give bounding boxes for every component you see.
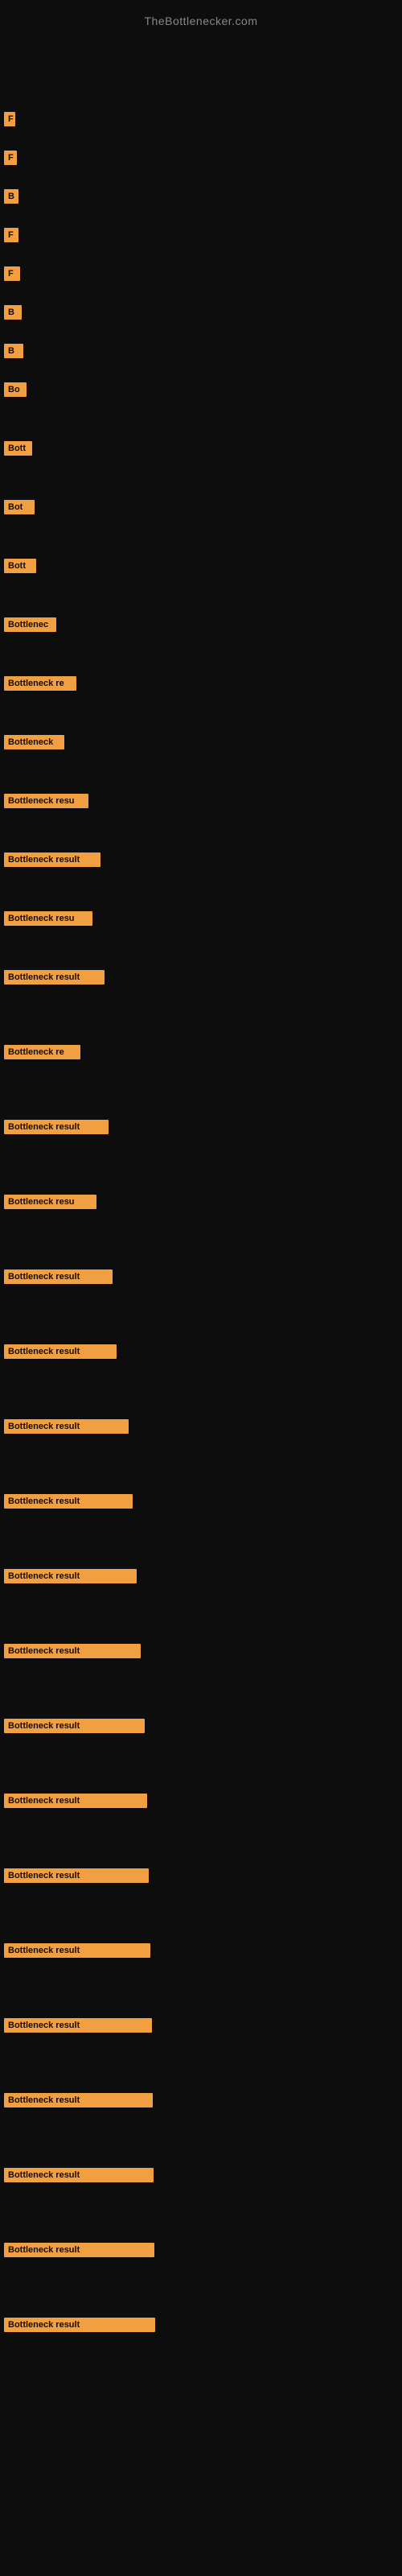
bar-row: Bottleneck result bbox=[0, 1434, 402, 1509]
bar-row: Bottleneck resu bbox=[0, 749, 402, 808]
bottleneck-result-bar: Bottleneck result bbox=[4, 852, 100, 867]
bar-row: Bottleneck result bbox=[0, 2107, 402, 2182]
bar-row: B bbox=[0, 320, 402, 358]
bar-row: Bottleneck result bbox=[0, 1359, 402, 1434]
bar-row: Bottleneck result bbox=[0, 1958, 402, 2033]
bottleneck-result-bar: Bottleneck resu bbox=[4, 794, 88, 808]
bottleneck-result-bar: Bottleneck result bbox=[4, 2018, 152, 2033]
bottleneck-result-bar: B bbox=[4, 344, 23, 358]
bar-row: Bottleneck result bbox=[0, 1209, 402, 1284]
bar-row: Bottleneck re bbox=[0, 632, 402, 691]
bar-row: Bot bbox=[0, 456, 402, 514]
bar-row: Bottleneck result bbox=[0, 1059, 402, 1134]
bar-row: Bottleneck result bbox=[0, 926, 402, 985]
bar-row: Bott bbox=[0, 397, 402, 456]
bar-row: Bottleneck result bbox=[0, 1883, 402, 1958]
bottleneck-result-bar: F bbox=[4, 228, 18, 242]
bottleneck-result-bar: Bottleneck resu bbox=[4, 911, 92, 926]
bottleneck-result-bar: F bbox=[4, 151, 17, 165]
bottleneck-result-bar: Bottleneck result bbox=[4, 1494, 133, 1509]
bar-row: Bottleneck re bbox=[0, 985, 402, 1059]
bar-row: Bott bbox=[0, 514, 402, 573]
bar-row: F bbox=[0, 204, 402, 242]
bottleneck-result-bar: Bo bbox=[4, 382, 27, 397]
bottleneck-result-bar: Bottleneck result bbox=[4, 2318, 155, 2332]
site-title: TheBottlenecker.com bbox=[0, 8, 402, 39]
bar-row: F bbox=[0, 242, 402, 281]
bar-row: Bottleneck result bbox=[0, 2182, 402, 2257]
bars-container: F F B F F B B Bo Bott Bot Bott Bottlenec Bottleneck … bbox=[0, 39, 402, 2332]
bottleneck-result-bar: Bottleneck result bbox=[4, 1269, 113, 1284]
bar-row: B bbox=[0, 281, 402, 320]
bottleneck-result-bar: Bottleneck result bbox=[4, 1569, 137, 1583]
bottleneck-result-bar: Bottleneck result bbox=[4, 970, 105, 985]
bottleneck-result-bar: Bottleneck result bbox=[4, 1344, 117, 1359]
bar-row: Bottleneck resu bbox=[0, 867, 402, 926]
bar-row: Bottleneck bbox=[0, 691, 402, 749]
main-container: TheBottlenecker.com F F B F F B B Bo Bott Bot Bott… bbox=[0, 0, 402, 2576]
bar-row bbox=[0, 64, 402, 88]
bottleneck-result-bar: Bottleneck re bbox=[4, 676, 76, 691]
bar-row: B bbox=[0, 165, 402, 204]
bar-row: Bo bbox=[0, 358, 402, 397]
bottleneck-result-bar: B bbox=[4, 305, 22, 320]
bottleneck-result-bar: Bottlenec bbox=[4, 617, 56, 632]
bottleneck-result-bar: Bottleneck bbox=[4, 735, 64, 749]
bottleneck-result-bar: F bbox=[4, 112, 15, 126]
bottleneck-result-bar: Bottleneck result bbox=[4, 2093, 153, 2107]
bottleneck-result-bar: Bottleneck result bbox=[4, 1719, 145, 1733]
bottleneck-result-bar: Bott bbox=[4, 441, 32, 456]
bottleneck-result-bar: Bott bbox=[4, 559, 36, 573]
bar-row: Bottlenec bbox=[0, 573, 402, 632]
bottleneck-result-bar: Bottleneck result bbox=[4, 1868, 149, 1883]
bottleneck-result-bar: Bot bbox=[4, 500, 35, 514]
bottleneck-result-bar: Bottleneck result bbox=[4, 1419, 129, 1434]
bar-row: Bottleneck result bbox=[0, 1658, 402, 1733]
bottleneck-result-bar: Bottleneck result bbox=[4, 2168, 154, 2182]
bar-row: Bottleneck result bbox=[0, 1733, 402, 1808]
bar-row: Bottleneck result bbox=[0, 1808, 402, 1883]
bar-row: Bottleneck result bbox=[0, 1284, 402, 1359]
bar-row: Bottleneck result bbox=[0, 1583, 402, 1658]
bar-row: Bottleneck resu bbox=[0, 1134, 402, 1209]
bar-row: Bottleneck result bbox=[0, 2033, 402, 2107]
bar-row bbox=[0, 39, 402, 64]
bottleneck-result-bar: Bottleneck resu bbox=[4, 1195, 96, 1209]
bar-row: F bbox=[0, 88, 402, 126]
bottleneck-result-bar: Bottleneck result bbox=[4, 1644, 141, 1658]
bottleneck-result-bar: B bbox=[4, 189, 18, 204]
bottleneck-result-bar: Bottleneck result bbox=[4, 1943, 150, 1958]
bottleneck-result-bar: Bottleneck result bbox=[4, 1120, 109, 1134]
bottleneck-result-bar: F bbox=[4, 266, 20, 281]
bar-row: F bbox=[0, 126, 402, 165]
bottleneck-result-bar: Bottleneck result bbox=[4, 1794, 147, 1808]
bottleneck-result-bar: Bottleneck result bbox=[4, 2243, 154, 2257]
bottleneck-result-bar: Bottleneck re bbox=[4, 1045, 80, 1059]
bar-row: Bottleneck result bbox=[0, 808, 402, 867]
bar-row: Bottleneck result bbox=[0, 1509, 402, 1583]
bar-row: Bottleneck result bbox=[0, 2257, 402, 2332]
